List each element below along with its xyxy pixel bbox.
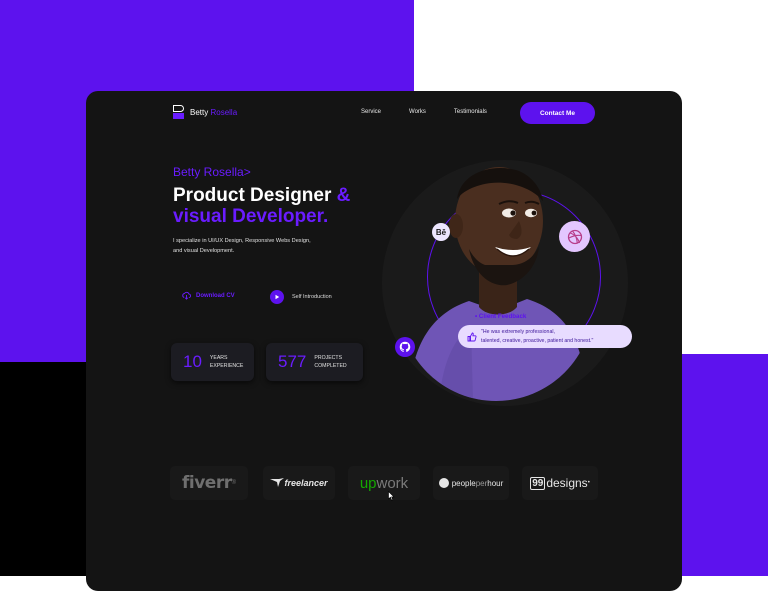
stat-label: YEARS EXPERIENCE: [210, 354, 243, 370]
logo-mark-icon: [173, 105, 184, 119]
behance-icon[interactable]: Bē: [432, 223, 450, 241]
dribbble-icon[interactable]: [559, 221, 590, 252]
stat-label-line2: COMPLETED: [314, 363, 347, 369]
brand-fiverr[interactable]: fiverr ®: [170, 466, 248, 500]
dribbble-glyph-icon: [567, 229, 582, 244]
description-line1: I specialize in UI/UX Design, Responsive…: [173, 238, 311, 244]
upwork-logo-up: up: [359, 474, 377, 492]
99designs-logo-word: designs: [546, 476, 588, 490]
upwork-logo-work: work: [376, 474, 409, 492]
github-glyph-icon: [399, 341, 411, 352]
portfolio-card: Betty Rosella Service Works Testimonials…: [86, 91, 682, 591]
fiverr-logo-text: fiverr: [181, 473, 232, 493]
play-icon: [270, 290, 284, 304]
freelancer-logo-text: freelancer: [284, 478, 328, 488]
self-introduction-label: Self Introduction: [292, 294, 332, 300]
client-feedback-card[interactable]: "He was extremely professional, talented…: [458, 325, 632, 348]
github-icon[interactable]: [395, 337, 415, 357]
logo-text: Betty Rosella: [190, 108, 237, 117]
download-icon: [182, 291, 191, 300]
stat-years: 10 YEARS EXPERIENCE: [171, 343, 254, 381]
stat-value: 577: [278, 352, 307, 371]
feedback-quote: "He was extremely professional, talented…: [481, 328, 593, 346]
download-cv-label: Download CV: [196, 292, 235, 299]
client-feedback-title: • Client Feedback: [475, 313, 526, 320]
feedback-quote-line1: "He was extremely professional,: [481, 328, 555, 335]
peopleperhour-logo-icon: [438, 478, 449, 488]
stat-label: PROJECTS COMPLETED: [314, 354, 346, 370]
brand-freelancer[interactable]: freelancer: [263, 466, 335, 500]
headline-ampersand: &: [336, 185, 351, 206]
mouse-cursor-icon: [388, 491, 395, 501]
nav-item-testimonials[interactable]: Testimonials: [454, 109, 487, 115]
like-icon: [467, 332, 477, 341]
behance-label: Bē: [435, 227, 447, 237]
nav-item-service[interactable]: Service: [361, 109, 381, 115]
nav-item-works[interactable]: Works: [409, 109, 426, 115]
self-introduction-button[interactable]: Self Introduction: [270, 290, 332, 304]
logo-first-name: Betty: [190, 107, 209, 117]
hero-headline-line1: Product Designer &: [173, 185, 350, 207]
logo-last-name: Rosella: [210, 107, 238, 117]
stat-label-line1: YEARS: [209, 355, 228, 361]
feedback-title-text: Client Feedback: [478, 313, 527, 320]
feedback-quote-line2: talented, creative, proactive, patient a…: [481, 337, 594, 344]
brand-99designs[interactable]: 99 designs •: [522, 466, 598, 500]
brand-peopleperhour[interactable]: people per hour: [433, 466, 509, 500]
download-cv-button[interactable]: Download CV: [182, 291, 235, 300]
fiverr-registered-mark: ®: [231, 480, 237, 486]
stat-value: 10: [183, 352, 202, 371]
hero-description: I specialize in UI/UX Design, Responsive…: [173, 236, 348, 256]
pph-per: per: [475, 478, 488, 488]
99designs-logo-dot: •: [587, 480, 590, 486]
contact-me-button[interactable]: Contact Me: [520, 102, 595, 124]
pph-hour: hour: [487, 478, 504, 488]
brand-upwork[interactable]: up work: [348, 466, 420, 500]
freelancer-bird-icon: [270, 478, 285, 487]
stat-label-line2: EXPERIENCE: [209, 363, 244, 369]
description-line2: and visual Development.: [173, 248, 235, 254]
stat-label-line1: PROJECTS: [314, 355, 343, 361]
stat-projects: 577 PROJECTS COMPLETED: [266, 343, 363, 381]
main-nav: Service Works Testimonials: [361, 109, 515, 115]
portrait-photo: [399, 161, 593, 401]
pph-people: people: [451, 478, 476, 488]
hero-headline-line2: visual Developer.: [173, 206, 329, 227]
logo[interactable]: Betty Rosella: [173, 105, 237, 119]
hero-eyebrow[interactable]: Betty Rosella>: [173, 165, 251, 179]
99designs-logo-99: 99: [530, 476, 546, 490]
feedback-dot-icon: •: [475, 313, 478, 320]
background-purple-right-block: [682, 354, 768, 576]
headline-role: Product Designer: [173, 185, 332, 206]
